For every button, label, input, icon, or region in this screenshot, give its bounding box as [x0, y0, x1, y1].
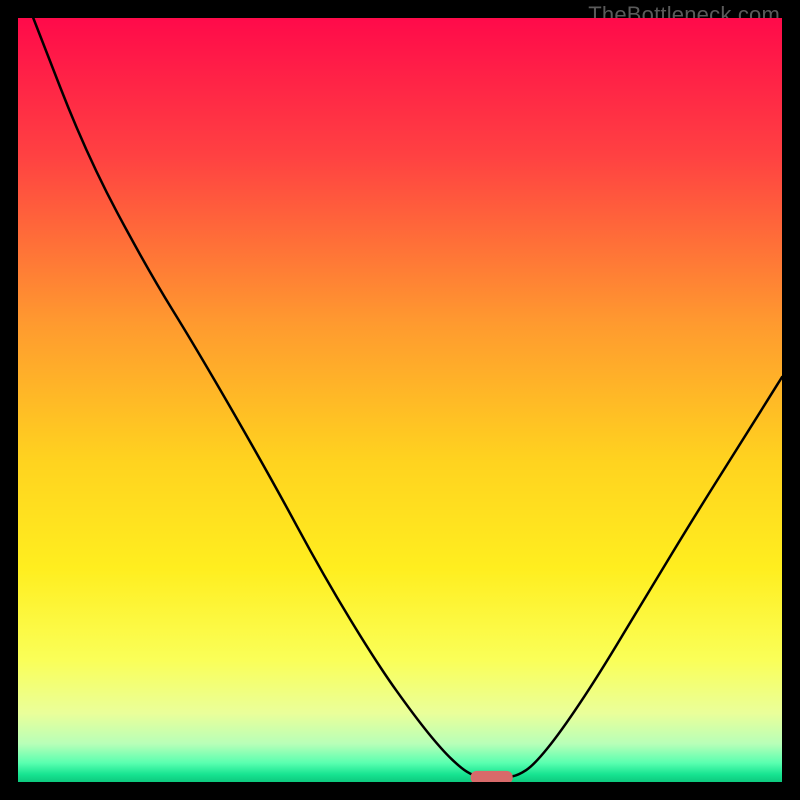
chart-container: TheBottleneck.com — [0, 0, 800, 800]
gradient-background — [18, 18, 782, 782]
plot-area — [18, 18, 782, 782]
optimal-marker — [471, 771, 513, 782]
chart-svg — [18, 18, 782, 782]
